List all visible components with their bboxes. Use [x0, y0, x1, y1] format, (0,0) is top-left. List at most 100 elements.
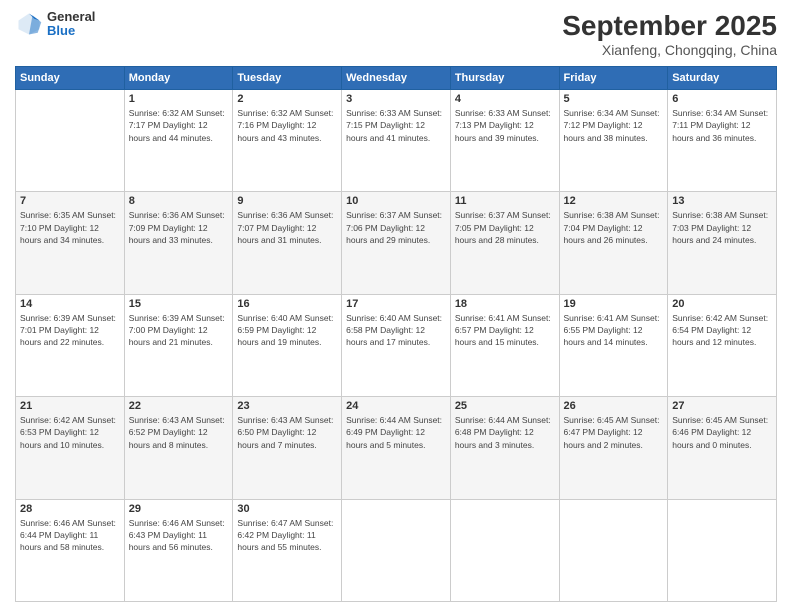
calendar-week-row: 21Sunrise: 6:42 AM Sunset: 6:53 PM Dayli… [16, 397, 777, 499]
logo-blue-text: Blue [47, 24, 95, 38]
day-number: 4 [455, 93, 555, 105]
day-info: Sunrise: 6:41 AM Sunset: 6:55 PM Dayligh… [564, 312, 664, 349]
day-info: Sunrise: 6:44 AM Sunset: 6:48 PM Dayligh… [455, 414, 555, 451]
logo-text: General Blue [47, 10, 95, 39]
table-row: 15 Sunrise: 6:39 AM Sunset: 7:00 PM Dayli… [124, 294, 233, 396]
day-number: 28 [20, 503, 120, 515]
day-info: Sunrise: 6:34 AM Sunset: 7:11 PM Dayligh… [672, 107, 772, 144]
table-row: 10Sunrise: 6:37 AM Sunset: 7:06 PM Dayli… [342, 192, 451, 294]
table-row: 18 Sunrise: 6:41 AM Sunset: 6:57 PM Dayli… [450, 294, 559, 396]
day-info: Sunrise: 6:43 AM Sunset: 6:50 PM Dayligh… [237, 414, 337, 451]
logo-general-text: General [47, 10, 95, 24]
day-number: 5 [564, 93, 664, 105]
calendar-week-row: 7Sunrise: 6:35 AM Sunset: 7:10 PM Daylig… [16, 192, 777, 294]
day-number: 12 [564, 195, 664, 207]
table-row: 25Sunrise: 6:44 AM Sunset: 6:48 PM Dayli… [450, 397, 559, 499]
day-number: 11 [455, 195, 555, 207]
day-number: 8 [129, 195, 229, 207]
calendar-week-row: 28Sunrise: 6:46 AM Sunset: 6:44 PM Dayli… [16, 499, 777, 601]
day-info: Sunrise: 6:40 AM Sunset: 6:58 PM Dayligh… [346, 312, 446, 349]
table-row: 3 Sunrise: 6:33 AM Sunset: 7:15 PM Daylig… [342, 90, 451, 192]
calendar-header-row: Sunday Monday Tuesday Wednesday Thursday… [16, 67, 777, 90]
col-tuesday: Tuesday [233, 67, 342, 90]
day-info: Sunrise: 6:37 AM Sunset: 7:06 PM Dayligh… [346, 209, 446, 246]
day-number: 13 [672, 195, 772, 207]
table-row: 13 Sunrise: 6:38 AM Sunset: 7:03 PM Dayli… [668, 192, 777, 294]
table-row [342, 499, 451, 601]
day-number: 21 [20, 400, 120, 412]
day-number: 9 [237, 195, 337, 207]
col-thursday: Thursday [450, 67, 559, 90]
day-number: 6 [672, 93, 772, 105]
day-info: Sunrise: 6:47 AM Sunset: 6:42 PM Dayligh… [237, 517, 337, 554]
day-number: 1 [129, 93, 229, 105]
table-row: 21Sunrise: 6:42 AM Sunset: 6:53 PM Dayli… [16, 397, 125, 499]
table-row: 30 Sunrise: 6:47 AM Sunset: 6:42 PM Dayli… [233, 499, 342, 601]
page: General Blue September 2025 Xianfeng, Ch… [0, 0, 792, 612]
day-number: 30 [237, 503, 337, 515]
day-info: Sunrise: 6:41 AM Sunset: 6:57 PM Dayligh… [455, 312, 555, 349]
table-row: 14Sunrise: 6:39 AM Sunset: 7:01 PM Dayli… [16, 294, 125, 396]
day-info: Sunrise: 6:37 AM Sunset: 7:05 PM Dayligh… [455, 209, 555, 246]
day-number: 23 [237, 400, 337, 412]
calendar-week-row: 14Sunrise: 6:39 AM Sunset: 7:01 PM Dayli… [16, 294, 777, 396]
title-location: Xianfeng, Chongqing, China [562, 42, 777, 58]
day-info: Sunrise: 6:39 AM Sunset: 7:01 PM Dayligh… [20, 312, 120, 349]
col-saturday: Saturday [668, 67, 777, 90]
day-info: Sunrise: 6:36 AM Sunset: 7:07 PM Dayligh… [237, 209, 337, 246]
table-row: 19 Sunrise: 6:41 AM Sunset: 6:55 PM Dayli… [559, 294, 668, 396]
day-info: Sunrise: 6:38 AM Sunset: 7:04 PM Dayligh… [564, 209, 664, 246]
table-row: 22 Sunrise: 6:43 AM Sunset: 6:52 PM Dayli… [124, 397, 233, 499]
day-number: 15 [129, 298, 229, 310]
day-number: 29 [129, 503, 229, 515]
logo-icon [15, 10, 43, 38]
table-row: 5 Sunrise: 6:34 AM Sunset: 7:12 PM Daylig… [559, 90, 668, 192]
calendar-week-row: 1 Sunrise: 6:32 AM Sunset: 7:17 PM Daylig… [16, 90, 777, 192]
day-info: Sunrise: 6:44 AM Sunset: 6:49 PM Dayligh… [346, 414, 446, 451]
day-info: Sunrise: 6:32 AM Sunset: 7:17 PM Dayligh… [129, 107, 229, 144]
day-info: Sunrise: 6:32 AM Sunset: 7:16 PM Dayligh… [237, 107, 337, 144]
table-row: 2 Sunrise: 6:32 AM Sunset: 7:16 PM Daylig… [233, 90, 342, 192]
day-info: Sunrise: 6:38 AM Sunset: 7:03 PM Dayligh… [672, 209, 772, 246]
day-info: Sunrise: 6:40 AM Sunset: 6:59 PM Dayligh… [237, 312, 337, 349]
table-row: 28Sunrise: 6:46 AM Sunset: 6:44 PM Dayli… [16, 499, 125, 601]
day-number: 7 [20, 195, 120, 207]
day-number: 27 [672, 400, 772, 412]
day-info: Sunrise: 6:46 AM Sunset: 6:43 PM Dayligh… [129, 517, 229, 554]
table-row: 11 Sunrise: 6:37 AM Sunset: 7:05 PM Dayli… [450, 192, 559, 294]
table-row: 9 Sunrise: 6:36 AM Sunset: 7:07 PM Daylig… [233, 192, 342, 294]
table-row: 7Sunrise: 6:35 AM Sunset: 7:10 PM Daylig… [16, 192, 125, 294]
day-number: 2 [237, 93, 337, 105]
col-wednesday: Wednesday [342, 67, 451, 90]
day-info: Sunrise: 6:39 AM Sunset: 7:00 PM Dayligh… [129, 312, 229, 349]
day-number: 3 [346, 93, 446, 105]
day-number: 18 [455, 298, 555, 310]
day-info: Sunrise: 6:45 AM Sunset: 6:46 PM Dayligh… [672, 414, 772, 451]
day-info: Sunrise: 6:36 AM Sunset: 7:09 PM Dayligh… [129, 209, 229, 246]
calendar-table: Sunday Monday Tuesday Wednesday Thursday… [15, 66, 777, 602]
col-sunday: Sunday [16, 67, 125, 90]
table-row: 20Sunrise: 6:42 AM Sunset: 6:54 PM Dayli… [668, 294, 777, 396]
day-number: 22 [129, 400, 229, 412]
title-block: September 2025 Xianfeng, Chongqing, Chin… [562, 10, 777, 58]
table-row: 27 Sunrise: 6:45 AM Sunset: 6:46 PM Dayli… [668, 397, 777, 499]
day-info: Sunrise: 6:34 AM Sunset: 7:12 PM Dayligh… [564, 107, 664, 144]
table-row [16, 90, 125, 192]
title-month: September 2025 [562, 10, 777, 42]
table-row: 4 Sunrise: 6:33 AM Sunset: 7:13 PM Daylig… [450, 90, 559, 192]
table-row [450, 499, 559, 601]
table-row: 6 Sunrise: 6:34 AM Sunset: 7:11 PM Daylig… [668, 90, 777, 192]
day-number: 19 [564, 298, 664, 310]
day-number: 20 [672, 298, 772, 310]
day-info: Sunrise: 6:33 AM Sunset: 7:13 PM Dayligh… [455, 107, 555, 144]
day-info: Sunrise: 6:33 AM Sunset: 7:15 PM Dayligh… [346, 107, 446, 144]
day-number: 26 [564, 400, 664, 412]
logo: General Blue [15, 10, 95, 39]
day-number: 17 [346, 298, 446, 310]
table-row [668, 499, 777, 601]
table-row: 1 Sunrise: 6:32 AM Sunset: 7:17 PM Daylig… [124, 90, 233, 192]
col-friday: Friday [559, 67, 668, 90]
table-row: 24Sunrise: 6:44 AM Sunset: 6:49 PM Dayli… [342, 397, 451, 499]
table-row [559, 499, 668, 601]
day-info: Sunrise: 6:43 AM Sunset: 6:52 PM Dayligh… [129, 414, 229, 451]
